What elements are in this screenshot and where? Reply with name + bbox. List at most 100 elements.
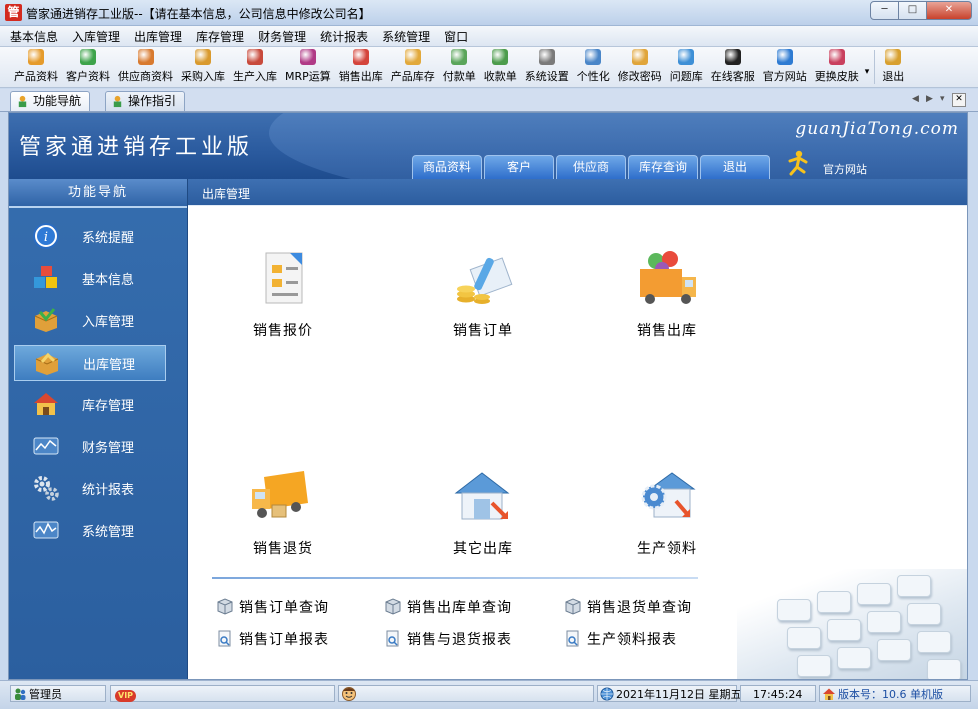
- status-assistant[interactable]: [338, 685, 594, 702]
- toolbar-password-button[interactable]: 修改密码: [614, 49, 666, 87]
- banner-tab-stock-query[interactable]: 库存查询: [628, 155, 698, 179]
- vip-icon: VIP: [115, 690, 137, 702]
- operation-guide-tab-icon: [113, 95, 122, 108]
- module-sales-order[interactable]: 销售订单: [428, 249, 538, 340]
- menu-inbound[interactable]: 入库管理: [65, 28, 127, 45]
- module-other-outbound[interactable]: 其它出库: [428, 467, 538, 558]
- toolbar-skin-button[interactable]: 更换皮肤: [811, 49, 863, 87]
- sidebar-item-system-reminder[interactable]: i 系统提醒: [14, 219, 164, 253]
- toolbar-stock-button[interactable]: 产品库存: [387, 49, 439, 87]
- query-cube-icon: [217, 598, 233, 615]
- sidebar-item-label: 系统提醒: [82, 231, 135, 246]
- toolbar-label: MRP运算: [285, 70, 331, 83]
- toolbar-online-service-button[interactable]: 在线客服: [707, 49, 759, 87]
- toolbar-mrp-button[interactable]: MRP运算: [281, 49, 335, 87]
- toolbar-customer-button[interactable]: 客户资料: [62, 49, 114, 87]
- toolbar-receipt-button[interactable]: 收款单: [480, 49, 521, 87]
- key-decoration: [837, 647, 871, 669]
- personalize-icon: [585, 49, 602, 65]
- sidebar-item-system[interactable]: 系统管理: [14, 513, 164, 547]
- module-sales-return[interactable]: 销售退货: [228, 467, 338, 558]
- sidebar-item-outbound[interactable]: 出库管理: [14, 345, 166, 381]
- menu-basic-info[interactable]: 基本信息: [0, 28, 65, 45]
- report-icon: [218, 630, 231, 647]
- tab-next-arrow-icon[interactable]: ▶: [926, 94, 933, 104]
- query-label: 销售与退货报表: [407, 632, 512, 648]
- module-production-material[interactable]: 生产领料: [612, 467, 722, 558]
- info-icon: i: [33, 223, 59, 249]
- toolbar-production-button[interactable]: 生产入库: [229, 49, 281, 87]
- menu-system[interactable]: 系统管理: [375, 28, 437, 45]
- menu-outbound[interactable]: 出库管理: [127, 28, 189, 45]
- sidebar-item-inventory[interactable]: 库存管理: [14, 387, 164, 421]
- link-production-material-report[interactable]: 生产领料报表: [564, 629, 677, 649]
- official-site-label: 官方网站: [823, 163, 867, 176]
- sidebar-item-finance[interactable]: 财务管理: [14, 429, 164, 463]
- toolbar-faq-button[interactable]: 问题库: [666, 49, 707, 87]
- banner-brand: guanJiaTong.com: [795, 119, 959, 139]
- toolbar-label: 官方网站: [762, 70, 807, 83]
- module-sales-quote[interactable]: 销售报价: [228, 249, 338, 340]
- status-vip[interactable]: VIP: [110, 685, 335, 702]
- menu-finance[interactable]: 财务管理: [251, 28, 313, 45]
- toolbar-supplier-button[interactable]: 供应商资料: [114, 49, 177, 87]
- maximize-button[interactable]: □: [898, 1, 927, 20]
- tab-prev-arrow-icon[interactable]: ◀: [912, 94, 919, 104]
- title-bar[interactable]: 管 管家通进销存工业版--【请在基本信息，公司信息中修改公司名】 ─ □ ✕: [0, 0, 978, 26]
- order-coins-icon: [457, 257, 513, 304]
- toolbar-personalize-button[interactable]: 个性化: [573, 49, 614, 87]
- sidebar-item-label: 库存管理: [82, 399, 135, 414]
- toolbar-exit-button[interactable]: 退出: [878, 49, 908, 87]
- tab-close-icon[interactable]: ✕: [952, 93, 966, 107]
- banner-tab-supplier[interactable]: 供应商: [556, 155, 626, 179]
- sidebar-item-label: 财务管理: [82, 441, 135, 456]
- password-icon: [631, 49, 648, 65]
- toolbar-payment-button[interactable]: 付款单: [439, 49, 480, 87]
- link-sales-order-report[interactable]: 销售订单报表: [216, 629, 329, 649]
- link-sales-return-query[interactable]: 销售退货单查询: [564, 597, 692, 617]
- document-tab-bar: 功能导航 操作指引 ◀ ▶ ▾ ✕: [0, 89, 978, 112]
- link-sales-return-report[interactable]: 销售与退货报表: [384, 629, 512, 649]
- module-sales-outbound[interactable]: 销售出库: [612, 249, 722, 340]
- menu-window[interactable]: 窗口: [437, 28, 475, 45]
- report-icon: [386, 630, 399, 647]
- sidebar-item-reports[interactable]: 统计报表: [14, 471, 164, 505]
- toolbar-label: 修改密码: [617, 70, 662, 83]
- banner-tab-goods[interactable]: 商品资料: [412, 155, 482, 179]
- toolbar-purchase-button[interactable]: 采购入库: [177, 49, 229, 87]
- toolbar-product-button[interactable]: 产品资料: [10, 49, 62, 87]
- toolbar-label: 采购入库: [181, 70, 225, 83]
- toolbar-settings-button[interactable]: 系统设置: [521, 49, 573, 87]
- tab-list-arrow-icon[interactable]: ▾: [940, 94, 945, 104]
- toolbar-sales-out-button[interactable]: 销售出库: [335, 49, 387, 87]
- status-time: 17:45:24: [740, 685, 816, 702]
- query-label: 销售订单查询: [239, 600, 329, 616]
- sidebar-item-basic-info[interactable]: 基本信息: [14, 261, 164, 295]
- online-service-icon: [724, 49, 741, 65]
- sidebar-item-inbound[interactable]: 入库管理: [14, 303, 164, 337]
- assistant-avatar-icon: [342, 687, 356, 701]
- quote-document-icon: [265, 252, 303, 304]
- tab-function-nav[interactable]: 功能导航: [10, 91, 91, 111]
- minimize-button[interactable]: ─: [870, 1, 899, 20]
- outbound-panel: 出库管理 销售报价 销售订单 销售出库 销售退货 其它出库 生产领料 销售订单查…: [188, 179, 967, 679]
- toolbar-website-button[interactable]: 官方网站: [759, 49, 811, 87]
- sales-out-icon: [352, 49, 369, 65]
- app-logo-icon: 管: [5, 4, 22, 21]
- link-sales-outbound-query[interactable]: 销售出库单查询: [384, 597, 512, 617]
- query-cube-icon: [385, 598, 401, 615]
- link-sales-order-query[interactable]: 销售订单查询: [216, 597, 329, 617]
- toolbar-dropdown-arrow-icon[interactable]: ▾: [865, 67, 870, 77]
- key-decoration: [927, 659, 961, 679]
- tab-operation-guide[interactable]: 操作指引: [105, 91, 186, 111]
- window-controls: ─ □ ✕: [870, 1, 972, 20]
- key-decoration: [797, 655, 831, 677]
- status-date-label: 2021年11月12日 星期五: [616, 688, 742, 701]
- production-material-icon: [641, 472, 696, 518]
- menu-reports[interactable]: 统计报表: [313, 28, 375, 45]
- close-button[interactable]: ✕: [926, 1, 972, 20]
- banner-tab-customer[interactable]: 客户: [484, 155, 554, 179]
- key-decoration: [817, 591, 851, 613]
- menu-inventory[interactable]: 库存管理: [189, 28, 251, 45]
- banner-tab-exit[interactable]: 退出: [700, 155, 770, 179]
